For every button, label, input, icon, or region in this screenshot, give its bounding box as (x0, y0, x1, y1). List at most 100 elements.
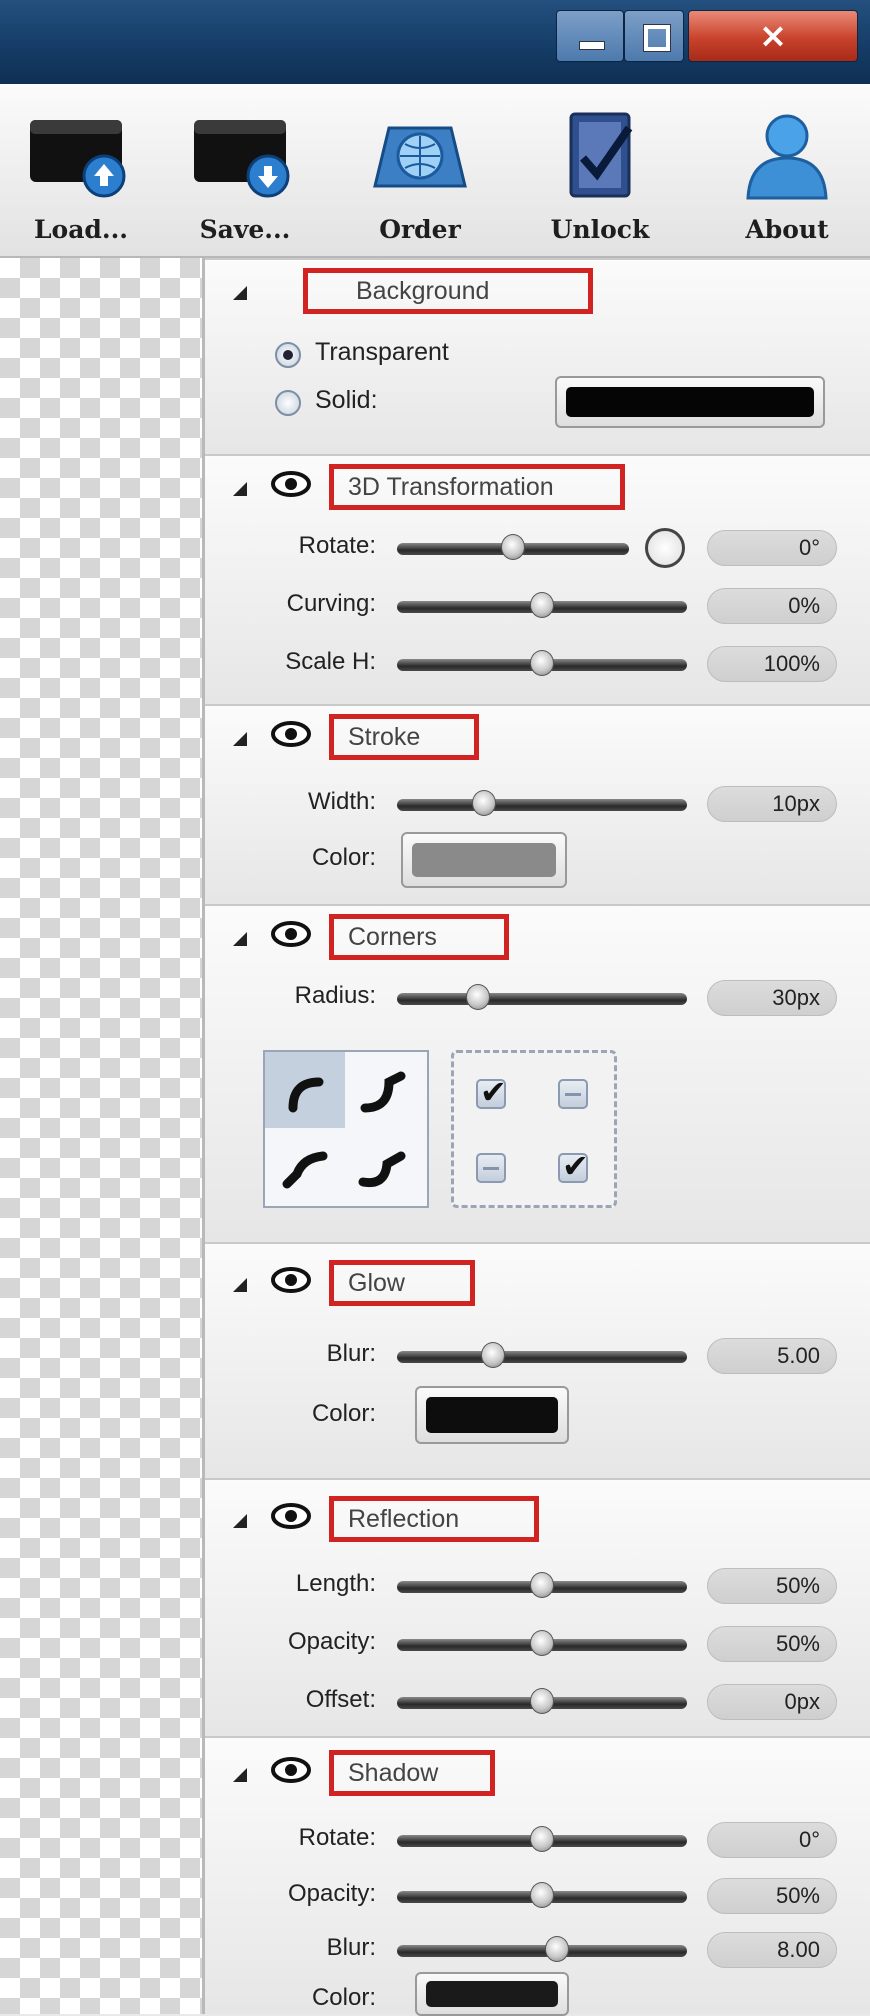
stroke-color-swatch[interactable] (401, 832, 567, 888)
close-button[interactable]: × (688, 10, 858, 62)
collapse-triangle-icon[interactable] (233, 1768, 247, 1782)
radio-transparent[interactable] (275, 342, 301, 368)
key-check-icon (569, 112, 633, 198)
user-icon (746, 114, 828, 200)
minimize-button[interactable] (556, 10, 624, 62)
collapse-triangle-icon[interactable] (233, 932, 247, 946)
section-header[interactable]: 3D Transformation (205, 456, 870, 516)
blur-slider[interactable] (397, 1342, 687, 1370)
rounded-corner-icon (288, 1077, 324, 1113)
collapse-triangle-icon[interactable] (233, 482, 247, 496)
rotate-slider[interactable] (397, 534, 629, 562)
preview-canvas[interactable] (0, 258, 205, 2014)
visibility-eye-icon[interactable] (271, 1266, 311, 1294)
glow-color-fill (426, 1397, 558, 1433)
section-header[interactable]: Glow (205, 1252, 870, 1312)
visibility-eye-icon[interactable] (271, 920, 311, 948)
corner-checkbox-bottom-left[interactable] (476, 1153, 506, 1183)
slider-thumb[interactable] (530, 1572, 554, 1598)
slider-value: 50% (707, 1626, 837, 1662)
slider-thumb[interactable] (530, 650, 554, 676)
slider-value: 8.00 (707, 1932, 837, 1968)
slider-thumb[interactable] (530, 1882, 554, 1908)
section-header[interactable]: Stroke (205, 706, 870, 766)
width-slider[interactable] (397, 790, 687, 818)
offset-slider[interactable] (397, 1688, 687, 1716)
order-label: Order (379, 215, 461, 244)
section-header[interactable]: Shadow (205, 1742, 870, 1802)
solid-color-swatch[interactable] (555, 376, 825, 428)
slider-thumb[interactable] (530, 1688, 554, 1714)
visibility-eye-icon[interactable] (271, 1502, 311, 1530)
slider-label: Length: (295, 1570, 376, 1597)
shadow-rotate-slider[interactable] (397, 1826, 687, 1854)
unlock-label: Unlock (550, 215, 650, 244)
rounded-corner-icon (282, 1151, 328, 1189)
folder-download-icon (194, 120, 290, 198)
corner-checkbox-bottom-right[interactable]: ✔ (558, 1147, 589, 1185)
shadow-opacity-slider[interactable] (397, 1882, 687, 1910)
corner-bottom-left-option[interactable] (265, 1128, 345, 1204)
save-button[interactable]: Save... (170, 84, 320, 256)
slider-thumb[interactable] (530, 1826, 554, 1852)
visibility-eye-icon[interactable] (271, 1756, 311, 1784)
radius-slider[interactable] (397, 984, 687, 1012)
load-button[interactable]: Load... (6, 84, 156, 256)
corner-checkbox-top-left[interactable]: ✔ (476, 1073, 507, 1111)
collapse-triangle-icon[interactable] (233, 1514, 247, 1528)
slider-label: Rotate: (298, 532, 376, 559)
unlock-button[interactable]: Unlock (525, 84, 675, 256)
slider-label: Width: (307, 788, 376, 815)
collapse-triangle-icon[interactable] (233, 732, 247, 746)
slider-row-length: Length: 50% (205, 1566, 870, 1606)
radio-solid[interactable] (275, 390, 301, 416)
visibility-eye-icon[interactable] (271, 720, 311, 748)
section-title: Glow (329, 1260, 475, 1306)
slider-thumb[interactable] (530, 1630, 554, 1656)
visibility-eye-icon[interactable] (271, 470, 311, 498)
corner-top-right-option[interactable] (345, 1052, 425, 1128)
corner-bottom-right-option[interactable] (345, 1128, 425, 1204)
corner-style-picker (263, 1050, 429, 1208)
slider-label: Radius: (294, 982, 376, 1009)
scale-h-slider[interactable] (397, 650, 687, 678)
slider-thumb[interactable] (480, 1342, 505, 1368)
curving-slider[interactable] (397, 592, 687, 620)
folder-upload-icon (30, 120, 126, 198)
slider-row-offset: Offset: 0px (205, 1682, 870, 1722)
section-corners: Corners Radius: 30px ✔ ✔ (205, 904, 870, 1242)
properties-panel: Background Transparent Solid: 3D Transfo… (205, 258, 870, 2016)
slider-row-blur: Blur: 8.00 (205, 1930, 870, 1970)
about-button[interactable]: About (712, 84, 862, 256)
slider-thumb[interactable] (530, 592, 554, 618)
section-header[interactable]: Corners (205, 906, 870, 966)
rotate-dial-icon[interactable] (645, 528, 685, 568)
save-label: Save... (199, 215, 291, 244)
glow-color-swatch[interactable] (415, 1386, 569, 1444)
checkmark-icon: ✔ (480, 1073, 507, 1111)
slider-thumb[interactable] (501, 534, 525, 560)
collapse-triangle-icon[interactable] (233, 286, 247, 300)
slider-thumb[interactable] (472, 790, 496, 816)
about-label: About (745, 215, 829, 244)
corner-top-left-option[interactable] (265, 1052, 345, 1128)
section-title: Background (303, 268, 593, 314)
slider-row-rotate: Rotate: 0° (205, 528, 870, 568)
slider-row-width: Width: 10px (205, 784, 870, 824)
slider-label: Offset: (305, 1686, 376, 1713)
section-title: Shadow (329, 1750, 495, 1796)
corner-checkbox-top-right[interactable] (558, 1079, 588, 1109)
section-title: 3D Transformation (329, 464, 625, 510)
section-header[interactable]: Reflection (205, 1488, 870, 1548)
shadow-color-swatch[interactable] (415, 1972, 569, 2016)
shadow-blur-slider[interactable] (397, 1936, 687, 1964)
section-header[interactable]: Background (205, 260, 870, 320)
slider-thumb[interactable] (466, 984, 491, 1010)
slider-thumb[interactable] (544, 1936, 569, 1962)
length-slider[interactable] (397, 1572, 687, 1600)
maximize-button[interactable] (624, 10, 684, 62)
shadow-color-fill (426, 1981, 558, 2007)
collapse-triangle-icon[interactable] (233, 1278, 247, 1292)
opacity-slider[interactable] (397, 1630, 687, 1658)
order-button[interactable]: Order (345, 84, 495, 256)
